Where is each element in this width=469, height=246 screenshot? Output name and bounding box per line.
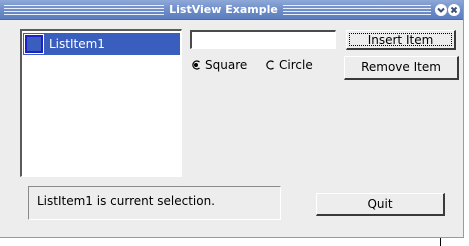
- insert-item-button[interactable]: Insert Item: [346, 30, 456, 50]
- chevron-down-icon: [437, 7, 445, 13]
- list-view[interactable]: ListItem1: [20, 29, 182, 177]
- list-item-label: ListItem1: [49, 37, 105, 51]
- title-bar-grip-left: [4, 5, 164, 15]
- status-panel: ListItem1 is current selection.: [28, 186, 281, 220]
- item-name-input[interactable]: [190, 30, 336, 49]
- listview-example-window: ListView Example ListItem1 Insert Item S…: [0, 0, 464, 238]
- square-icon: [24, 34, 44, 54]
- remove-item-button[interactable]: Remove Item: [344, 56, 459, 80]
- title-bar-grip-right: [283, 5, 431, 15]
- list-item[interactable]: ListItem1: [23, 33, 180, 55]
- window-title: ListView Example: [169, 3, 278, 16]
- window-menu-button[interactable]: [435, 4, 447, 16]
- radio-checked-icon: [192, 60, 200, 70]
- resize-mark: [440, 238, 441, 246]
- title-bar[interactable]: ListView Example: [0, 0, 463, 20]
- quit-button[interactable]: Quit: [316, 193, 445, 216]
- radio-circle-label: Circle: [279, 58, 313, 72]
- window-close-button[interactable]: [448, 4, 460, 16]
- insert-item-label: Insert Item: [349, 33, 452, 47]
- radio-unchecked-icon: [266, 60, 274, 70]
- status-text: ListItem1 is current selection.: [37, 194, 215, 208]
- radio-square-label: Square: [205, 58, 248, 72]
- close-icon: [450, 6, 458, 14]
